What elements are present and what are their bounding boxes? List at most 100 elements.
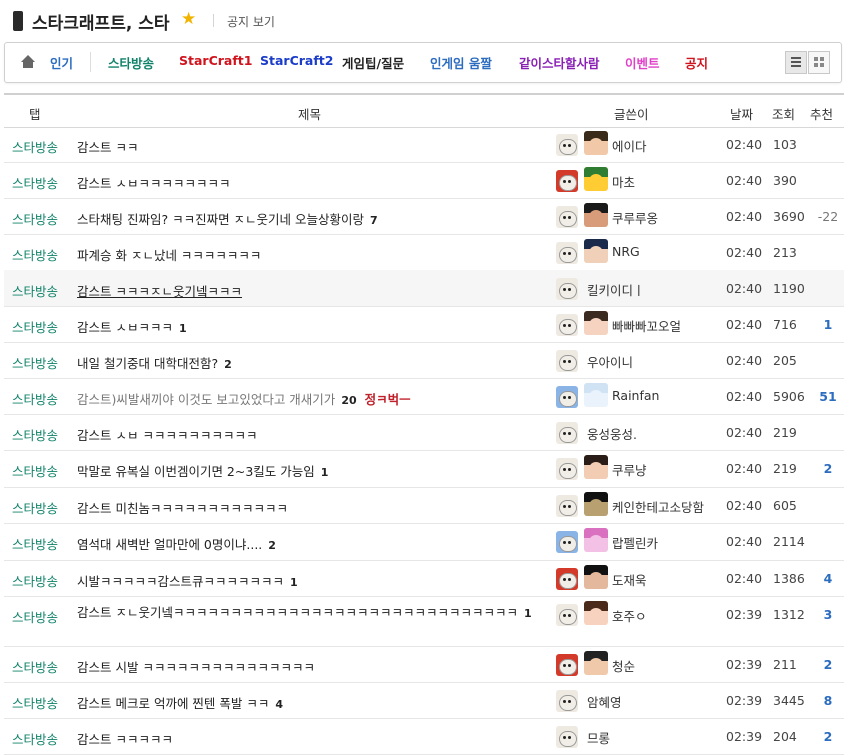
writer-name[interactable]: 우아이니 — [587, 352, 633, 371]
writer-name[interactable]: 킬키이디ㅣ — [587, 280, 645, 299]
post-title-text[interactable]: 감스트 ㅈㄴ웃기넼ㅋㅋㅋㅋㅋㅋㅋㅋㅋㅋㅋㅋㅋㅋㅋㅋㅋㅋㅋㅋㅋㅋㅋㅋㅋㅋㅋㅋㅋㅋ — [77, 605, 518, 620]
row-tab-link[interactable]: 스타방송 — [12, 693, 58, 712]
table-row[interactable]: 스타방송 막말로 유복실 이번겜이기면 2~3킬도 가능임 1 쿠루냥 02:40 219… — [4, 450, 844, 488]
list-view-button[interactable] — [785, 51, 807, 74]
post-title-text[interactable]: 감스트)씨발새끼야 이것도 보고있었다고 개새기가 — [77, 392, 335, 407]
row-tab-link[interactable]: 스타방송 — [12, 498, 58, 517]
comment-count[interactable]: 1 — [321, 466, 329, 479]
user-avatar[interactable] — [584, 203, 608, 227]
post-title-link[interactable]: 감스트 ㅋㅋㅋㅋㅋ — [77, 729, 173, 748]
user-avatar[interactable] — [584, 492, 608, 516]
tab-popular[interactable]: 인기 — [50, 53, 73, 72]
table-row[interactable]: 스타방송 감스트 시발 ㅋㅋㅋㅋㅋㅋㅋㅋㅋㅋㅋㅋㅋㅋㅋ 청순 02:39 211 2 — [4, 646, 844, 683]
row-tab-link[interactable]: 스타방송 — [12, 173, 58, 192]
writer-name[interactable]: 랍펠린카 — [612, 533, 658, 552]
post-title-text[interactable]: 감스트 시발 ㅋㅋㅋㅋㅋㅋㅋㅋㅋㅋㅋㅋㅋㅋㅋ — [77, 660, 315, 675]
writer-name[interactable]: 빠빠빠꼬오얼 — [612, 316, 681, 335]
comment-count[interactable]: 1 — [179, 322, 187, 335]
post-title-text[interactable]: 감스트 메크로 억까에 찐텐 폭발 ㅋㅋ — [77, 696, 269, 711]
writer-name[interactable]: 에이다 — [612, 136, 647, 155]
star-icon[interactable]: ★ — [181, 9, 196, 29]
post-title-link[interactable]: 감스트 ㅅㅂㅋㅋㅋ 1 — [77, 317, 187, 336]
tab-game-tips[interactable]: 게임팁/질문 — [342, 53, 404, 72]
post-title-text[interactable]: 감스트 ㅅㅂ ㅋㅋㅋㅋㅋㅋㅋㅋㅋㅋ — [77, 428, 257, 443]
post-title-text[interactable]: 감스트 ㅅㅂㅋㅋㅋ — [77, 320, 173, 335]
row-tab-link[interactable]: 스타방송 — [12, 607, 58, 626]
writer-name[interactable]: 쿠루루옹 — [612, 208, 658, 227]
home-icon[interactable] — [21, 55, 35, 69]
table-row[interactable]: 스타방송 감스트 ㅅㅂ ㅋㅋㅋㅋㅋㅋㅋㅋㅋㅋ 웅성웅성. 02:40 219 — [4, 414, 844, 451]
table-row[interactable]: 스타방송 염석대 새벽반 얼마만에 0명이냐.... 2 랍펠린카 02:40 2114 — [4, 523, 844, 561]
comment-count[interactable]: 1 — [524, 607, 532, 620]
tab-ingame-gif[interactable]: 인게임 움짤 — [430, 53, 492, 72]
post-title-link[interactable]: 내일 철기중대 대학대전함? 2 — [77, 353, 232, 372]
post-title-link[interactable]: 감스트 ㅅㅂ ㅋㅋㅋㅋㅋㅋㅋㅋㅋㅋ — [77, 425, 257, 444]
comment-count[interactable]: 20 — [341, 394, 356, 407]
col-date[interactable]: 날짜 — [730, 104, 753, 123]
row-tab-link[interactable]: 스타방송 — [12, 425, 58, 444]
row-tab-link[interactable]: 스타방송 — [12, 245, 58, 264]
table-row[interactable]: 스타방송 감스트 ㅈㄴ웃기넼ㅋㅋㅋㅋㅋㅋㅋㅋㅋㅋㅋㅋㅋㅋㅋㅋㅋㅋㅋㅋㅋㅋㅋㅋㅋㅋㅋ… — [4, 596, 844, 647]
row-tab-link[interactable]: 스타방송 — [12, 461, 58, 480]
post-title-link[interactable]: 감스트)씨발새끼야 이것도 보고있었다고 개새기가 20 정ㅋ벅ㅡ — [77, 389, 411, 408]
post-title-text[interactable]: 염석대 새벽반 얼마만에 0명이냐.... — [77, 537, 262, 552]
post-title-text[interactable]: 막말로 유복실 이번겜이기면 2~3킬도 가능임 — [77, 464, 315, 479]
post-title-link[interactable]: 감스트 ㅈㄴ웃기넼ㅋㅋㅋㅋㅋㅋㅋㅋㅋㅋㅋㅋㅋㅋㅋㅋㅋㅋㅋㅋㅋㅋㅋㅋㅋㅋㅋㅋㅋㅋ 1 — [77, 603, 547, 623]
tab-event[interactable]: 이벤트 — [625, 53, 660, 72]
row-tab-link[interactable]: 스타방송 — [12, 137, 58, 156]
post-title-link[interactable]: 막말로 유복실 이번겜이기면 2~3킬도 가능임 1 — [77, 461, 328, 480]
post-title-text[interactable]: 감스트 ㅋㅋㅋㅈㄴ웃기넼ㅋㅋㅋ — [77, 284, 242, 299]
tab-notice[interactable]: 공지 — [685, 53, 708, 72]
post-title-text[interactable]: 감스트 ㅋㅋ — [77, 140, 138, 155]
comment-count[interactable]: 2 — [268, 539, 276, 552]
user-avatar[interactable] — [584, 311, 608, 335]
user-avatar[interactable] — [584, 601, 608, 625]
row-tab-link[interactable]: 스타방송 — [12, 657, 58, 676]
table-row[interactable]: 스타방송 감스트 메크로 억까에 찐텐 폭발 ㅋㅋ 4 암혜영 02:39 3445 8 — [4, 682, 844, 719]
writer-name[interactable]: 암혜영 — [587, 692, 622, 711]
table-row[interactable]: 스타방송 감스트 ㅋㅋㅋㅋㅋ 므롱 02:39 204 2 — [4, 718, 844, 755]
post-title-link[interactable]: 염석대 새벽반 얼마만에 0명이냐.... 2 — [77, 534, 276, 553]
writer-name[interactable]: 도재욱 — [612, 570, 647, 589]
writer-name[interactable]: 웅성웅성. — [587, 424, 637, 443]
user-avatar[interactable] — [584, 651, 608, 675]
post-title-text[interactable]: 감스트 ㅅㅂㅋㅋㅋㅋㅋㅋㅋㅋ — [77, 176, 230, 191]
table-row[interactable]: 스타방송 감스트)씨발새끼야 이것도 보고있었다고 개새기가 20 정ㅋ벅ㅡ Rainf… — [4, 378, 844, 415]
notice-link[interactable]: 공지 보기 — [227, 13, 275, 30]
table-row[interactable]: 스타방송 내일 철기중대 대학대전함? 2 우아이니 02:40 205 — [4, 342, 844, 379]
row-tab-link[interactable]: 스타방송 — [12, 281, 58, 300]
writer-name[interactable]: 쿠루냥 — [612, 460, 647, 479]
writer-name[interactable]: 청순 — [612, 656, 635, 675]
user-avatar[interactable] — [584, 167, 608, 191]
user-avatar[interactable] — [584, 383, 608, 407]
table-row[interactable]: 스타방송 감스트 ㅅㅂㅋㅋㅋㅋㅋㅋㅋㅋ 마초 02:40 390 — [4, 162, 844, 199]
post-title-text[interactable]: 파계승 화 ㅈㄴ났네 ㅋㅋㅋㅋㅋㅋㅋ — [77, 248, 261, 263]
post-title-text[interactable]: 스타채팅 진짜임? ㅋㅋ진짜면 ㅈㄴ웃기네 오늘상황이랑 — [77, 212, 364, 227]
writer-name[interactable]: 마초 — [612, 172, 635, 191]
row-tab-link[interactable]: 스타방송 — [12, 317, 58, 336]
post-title-link[interactable]: 감스트 ㅋㅋㅋㅈㄴ웃기넼ㅋㅋㅋ — [77, 281, 242, 300]
post-title-link[interactable]: 감스트 ㅅㅂㅋㅋㅋㅋㅋㅋㅋㅋ — [77, 173, 230, 192]
row-tab-link[interactable]: 스타방송 — [12, 353, 58, 372]
comment-count[interactable]: 1 — [290, 576, 298, 589]
tab-starcraft1[interactable]: StarCraft1 — [179, 53, 252, 68]
post-title-text[interactable]: 내일 철기중대 대학대전함? — [77, 356, 218, 371]
user-avatar[interactable] — [584, 239, 608, 263]
tab-play-together[interactable]: 같이스타할사람 — [519, 53, 600, 72]
board-title[interactable]: 스타크래프트, 스타 — [32, 9, 170, 34]
post-title-link[interactable]: 감스트 메크로 억까에 찐텐 폭발 ㅋㅋ 4 — [77, 693, 283, 712]
comment-count[interactable]: 4 — [275, 698, 283, 711]
post-title-text[interactable]: 감스트 ㅋㅋㅋㅋㅋ — [77, 732, 173, 747]
user-avatar[interactable] — [584, 565, 608, 589]
col-recommend[interactable]: 추천 — [810, 104, 833, 123]
writer-name[interactable]: 므롱 — [587, 728, 610, 747]
row-tab-link[interactable]: 스타방송 — [12, 209, 58, 228]
comment-count[interactable]: 2 — [224, 358, 232, 371]
table-row[interactable]: 스타방송 파계승 화 ㅈㄴ났네 ㅋㅋㅋㅋㅋㅋㅋ NRG 02:40 213 — [4, 234, 844, 271]
table-row[interactable]: 스타방송 감스트 미친놈ㅋㅋㅋㅋㅋㅋㅋㅋㅋㅋㅋㅋ 케인한테고소당함 02:40 605 — [4, 487, 844, 524]
post-title-link[interactable]: 감스트 ㅋㅋ — [77, 137, 138, 156]
post-title-link[interactable]: 파계승 화 ㅈㄴ났네 ㅋㅋㅋㅋㅋㅋㅋ — [77, 245, 261, 264]
comment-count[interactable]: 7 — [370, 214, 378, 227]
row-tab-link[interactable]: 스타방송 — [12, 729, 58, 748]
table-row[interactable]: 스타방송 감스트 ㅋㅋ 에이다 02:40 103 — [4, 126, 844, 163]
